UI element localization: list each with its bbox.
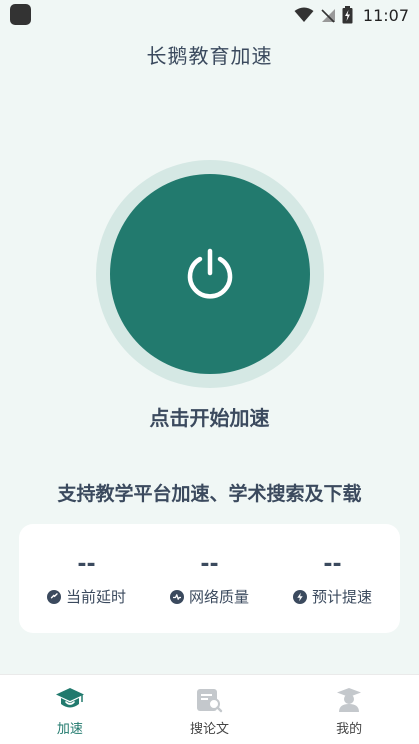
nav-label-profile: 我的 <box>336 722 363 737</box>
signal-icon <box>169 589 184 604</box>
latency-label: 当前延时 <box>65 588 126 606</box>
nav-label-search-papers: 搜论文 <box>189 722 229 737</box>
nav-label-accelerate: 加速 <box>56 722 83 737</box>
battery-charging-icon <box>342 6 353 24</box>
stat-network-quality: -- 网络质量 <box>150 550 270 607</box>
network-quality-label: 网络质量 <box>188 588 249 606</box>
boost-icon <box>292 589 307 604</box>
stat-expected-speedup: -- 预计提速 <box>273 550 393 607</box>
status-time: 11:07 <box>362 5 409 25</box>
expected-speedup-value: -- <box>323 552 342 577</box>
no-signal-icon <box>321 9 335 23</box>
nav-item-search-papers[interactable]: 搜论文 <box>149 675 269 737</box>
app-notification-icon <box>10 4 31 25</box>
status-bar: 11:07 <box>0 0 419 30</box>
network-quality-value: -- <box>200 552 219 577</box>
power-button-ring <box>96 160 324 388</box>
power-icon <box>187 248 233 299</box>
feature-tagline: 支持教学平台加速、学术搜索及下载 <box>57 483 362 505</box>
power-button[interactable] <box>110 174 310 374</box>
start-acceleration-label[interactable]: 点击开始加速 <box>0 402 419 431</box>
clock-icon <box>46 589 61 604</box>
bottom-nav: 加速 搜论文 我的 <box>0 674 419 744</box>
stats-card: -- 当前延时 -- 网络质量 -- 预计提速 <box>19 524 400 633</box>
expected-speedup-label: 预计提速 <box>311 588 372 606</box>
nav-item-profile[interactable]: 我的 <box>289 675 409 737</box>
latency-value: -- <box>77 552 96 577</box>
stat-latency: -- 当前延时 <box>27 550 147 607</box>
profile-icon <box>337 688 362 712</box>
wifi-icon <box>294 7 314 22</box>
status-indicators: 11:07 <box>294 4 409 26</box>
nav-item-accelerate[interactable]: 加速 <box>10 675 130 737</box>
graduation-cap-icon <box>55 688 84 708</box>
page-title: 长鹅教育加速 <box>146 44 273 68</box>
search-document-icon <box>197 689 223 713</box>
